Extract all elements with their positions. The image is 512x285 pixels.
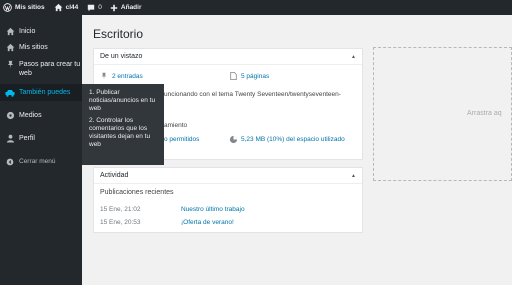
home-icon xyxy=(54,3,62,12)
add-new-menu[interactable]: Añadir xyxy=(107,0,145,15)
add-new-label: Añadir xyxy=(120,4,142,11)
widget-title: Actividad xyxy=(100,172,129,179)
dashboard-icon xyxy=(5,27,15,36)
sidebar-item-label: Pasos para crear tu web xyxy=(19,61,81,77)
activity-post-link[interactable]: ¡Oferta de verano! xyxy=(181,219,234,226)
theme-info: uncionando con el tema Twenty Seventeen/… xyxy=(164,91,341,98)
storage-used: 5,23 MB (10%) del espacio utilizado xyxy=(241,136,345,143)
widget-header[interactable]: De un vistazo ▲ xyxy=(94,49,362,65)
allowed-link[interactable]: o permitidos xyxy=(164,136,199,143)
page-icon xyxy=(230,72,237,80)
sidebar-item-perfil[interactable]: Perfil xyxy=(0,134,82,143)
drop-zone-label: Arrastra aq xyxy=(467,110,502,117)
sidebar-item-mis-sitios[interactable]: Mis sitios xyxy=(0,43,82,52)
tambien-puedes-flyout: 1. Publicar noticias/anuncios en tu web … xyxy=(82,84,164,165)
sidebar-item-inicio[interactable]: Inicio xyxy=(0,27,82,36)
wordpress-icon xyxy=(3,3,12,12)
posts-count-link[interactable]: 2 entradas xyxy=(100,72,143,80)
activity-date: 15 Ene, 21:02 xyxy=(100,206,141,213)
toggle-arrow-icon[interactable]: ▲ xyxy=(351,54,356,60)
plus-icon xyxy=(110,4,118,11)
recent-posts-heading: Publicaciones recientes xyxy=(100,189,174,196)
widget-header[interactable]: Actividad ▲ xyxy=(94,168,362,184)
posts-count: 2 entradas xyxy=(112,72,143,80)
site-menu[interactable]: cl44 xyxy=(51,0,82,15)
car-icon xyxy=(5,88,15,97)
sidebar-item-label: Perfil xyxy=(19,135,35,142)
comments-count: 0 xyxy=(98,4,102,11)
pages-count: 5 páginas xyxy=(241,72,270,80)
sidebar-item-label: Inicio xyxy=(19,28,36,35)
my-sites-label: Mis sitios xyxy=(15,4,45,11)
comment-icon xyxy=(88,4,95,11)
collapse-icon xyxy=(5,157,15,166)
sidebar-item-medios[interactable]: Medios xyxy=(0,111,82,120)
sidebar-item-label: También puedes xyxy=(19,89,71,96)
storage-used-link[interactable]: 5,23 MB (10%) del espacio utilizado xyxy=(229,135,345,144)
storage-heading: amiento xyxy=(164,122,188,129)
widget-drop-zone[interactable]: Arrastra aq xyxy=(373,47,512,181)
sites-icon xyxy=(5,43,15,52)
media-icon xyxy=(5,111,15,120)
sidebar-item-tambien-puedes[interactable]: También puedes xyxy=(0,84,82,101)
widget-title: De un vistazo xyxy=(100,53,143,60)
my-sites-menu[interactable]: Mis sitios xyxy=(0,0,48,15)
storage-icon xyxy=(229,135,238,144)
flyout-item-publicar[interactable]: 1. Publicar noticias/anuncios en tu web xyxy=(89,89,160,113)
admin-sidebar: Inicio Mis sitios Pasos para crear tu we… xyxy=(0,15,82,285)
comments-menu[interactable]: 0 xyxy=(84,0,105,15)
collapse-menu-button[interactable]: Cerrar menú xyxy=(0,157,82,166)
sidebar-item-pasos[interactable]: Pasos para crear tu web xyxy=(0,60,82,78)
collapse-label: Cerrar menú xyxy=(19,158,56,165)
flyout-item-comentarios[interactable]: 2. Controlar los comentarios que los vis… xyxy=(89,117,160,149)
site-name: cl44 xyxy=(65,4,79,11)
pages-count-link[interactable]: 5 páginas xyxy=(230,72,269,80)
activity-date: 15 Ene, 20:53 xyxy=(100,219,141,226)
admin-bar: Mis sitios cl44 0 Añadir xyxy=(0,0,512,15)
sidebar-item-label: Medios xyxy=(19,112,42,119)
pin-icon xyxy=(101,72,107,80)
pin-icon xyxy=(5,60,15,69)
page-title: Escritorio xyxy=(93,27,144,41)
user-icon xyxy=(5,134,15,143)
sidebar-item-label: Mis sitios xyxy=(19,44,48,51)
activity-post-link[interactable]: Nuestro último trabajo xyxy=(181,206,245,213)
toggle-arrow-icon[interactable]: ▲ xyxy=(351,173,356,179)
